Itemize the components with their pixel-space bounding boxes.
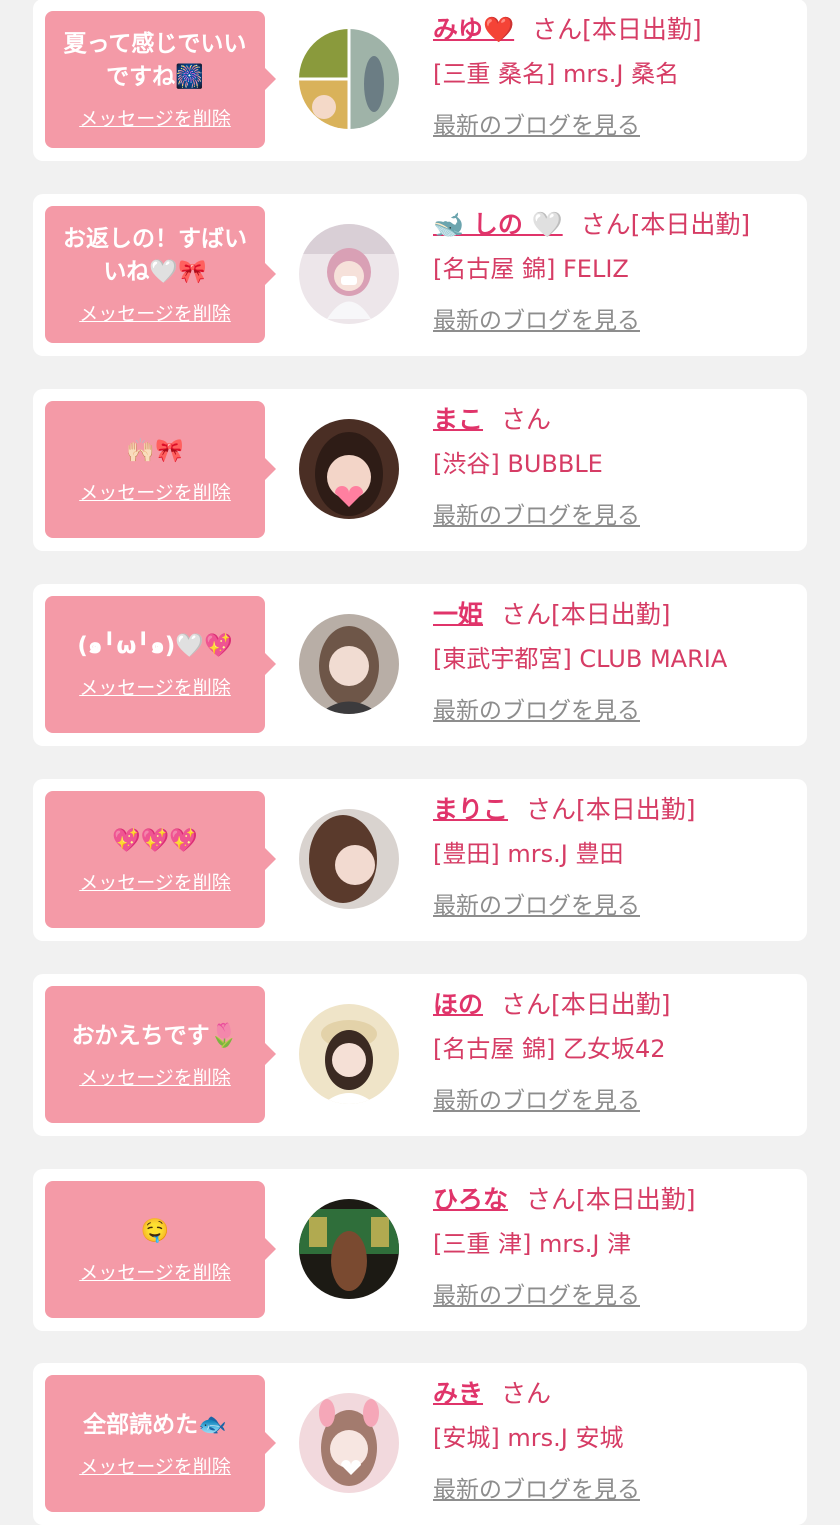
message-bubble: 夏って感じでいいですね🎆 メッセージを削除 xyxy=(45,11,276,148)
profile-name-link[interactable]: 一姫 xyxy=(433,600,483,629)
latest-blog-link[interactable]: 最新のブログを見る xyxy=(433,1475,640,1505)
message-bubble: 🤤 メッセージを削除 xyxy=(45,1181,276,1318)
message-text: 🙌🏻🎀 xyxy=(126,437,184,464)
avatar[interactable] xyxy=(299,1393,399,1493)
message-card: 🙌🏻🎀 メッセージを削除 まこ さん [渋谷] BUBBLE 最新のブログを見る xyxy=(33,389,807,551)
delete-message-link[interactable]: メッセージを削除 xyxy=(79,104,231,131)
avatar[interactable] xyxy=(299,614,399,714)
message-bubble: おかえちです🌷 メッセージを削除 xyxy=(45,986,276,1123)
avatar[interactable] xyxy=(299,809,399,909)
message-text: おかえちです🌷 xyxy=(71,1022,239,1049)
work-status: さん[本日出勤] xyxy=(526,1185,696,1214)
shop-name: [東武宇都宮] CLUB MARIA xyxy=(433,645,728,673)
message-text: お返しの！すばいいね🤍🎀 xyxy=(63,226,247,285)
message-card: おかえちです🌷 メッセージを削除 ほの さん[本日出勤] [名古屋 錦] 乙女坂4… xyxy=(33,974,807,1136)
message-card: 🤤 メッセージを削除 ひろな さん[本日出勤] [三重 津] mrs.J 津 最新… xyxy=(33,1169,807,1331)
profile-info: まりこ さん[本日出勤] [豊田] mrs.J 豊田 最新のブログを見る xyxy=(433,793,797,921)
work-status: さん[本日出勤] xyxy=(526,795,696,824)
message-card: 夏って感じでいいですね🎆 メッセージを削除 みゆ❤️ さん[本日出勤] [三重 桑… xyxy=(33,0,807,161)
latest-blog-link[interactable]: 最新のブログを見る xyxy=(433,501,640,531)
delete-message-link[interactable]: メッセージを削除 xyxy=(79,299,231,326)
message-text: 💖💖💖 xyxy=(112,827,198,854)
message-bubble: 💖💖💖 メッセージを削除 xyxy=(45,791,276,928)
message-list: 夏って感じでいいですね🎆 メッセージを削除 みゆ❤️ さん[本日出勤] [三重 桑… xyxy=(0,0,840,1525)
avatar[interactable] xyxy=(299,29,399,129)
profile-info: ほの さん[本日出勤] [名古屋 錦] 乙女坂42 最新のブログを見る xyxy=(433,988,797,1116)
message-bubble: 🙌🏻🎀 メッセージを削除 xyxy=(45,401,276,538)
work-status: さん xyxy=(501,405,552,434)
profile-name-link[interactable]: まこ xyxy=(433,405,483,434)
profile-name-link[interactable]: ほの xyxy=(433,990,483,1019)
work-status: さん xyxy=(501,1379,552,1408)
latest-blog-link[interactable]: 最新のブログを見る xyxy=(433,891,640,921)
shop-name: [三重 桑名] mrs.J 桑名 xyxy=(433,60,680,88)
shop-name: [名古屋 錦] FELIZ xyxy=(433,255,629,283)
delete-message-link[interactable]: メッセージを削除 xyxy=(79,478,231,505)
message-bubble: (๑╹ω╹๑)🤍💖 メッセージを削除 xyxy=(45,596,276,733)
message-bubble: 全部読めた🐟 メッセージを削除 xyxy=(45,1375,276,1512)
profile-info: 一姫 さん[本日出勤] [東武宇都宮] CLUB MARIA 最新のブログを見る xyxy=(433,598,797,726)
message-text: 🤤 xyxy=(140,1217,170,1244)
work-status: さん[本日出勤] xyxy=(532,15,702,44)
latest-blog-link[interactable]: 最新のブログを見る xyxy=(433,111,640,141)
work-status: さん[本日出勤] xyxy=(501,600,671,629)
avatar[interactable] xyxy=(299,1199,399,1299)
shop-name: [三重 津] mrs.J 津 xyxy=(433,1230,632,1258)
work-status: さん[本日出勤] xyxy=(580,210,751,239)
avatar[interactable] xyxy=(299,419,399,519)
shop-name: [安城] mrs.J 安城 xyxy=(433,1424,624,1452)
work-status: さん[本日出勤] xyxy=(501,990,671,1019)
shop-name: [名古屋 錦] 乙女坂42 xyxy=(433,1035,666,1063)
message-text: 全部読めた🐟 xyxy=(83,1411,227,1438)
message-card: 全部読めた🐟 メッセージを削除 みき さん [安城] mrs.J 安城 最新のブロ… xyxy=(33,1363,807,1525)
message-bubble: お返しの！すばいいね🤍🎀 メッセージを削除 xyxy=(45,206,276,343)
profile-name-link[interactable]: まりこ xyxy=(433,795,508,824)
delete-message-link[interactable]: メッセージを削除 xyxy=(79,1063,231,1090)
profile-info: みゆ❤️ さん[本日出勤] [三重 桑名] mrs.J 桑名 最新のブログを見る xyxy=(433,13,797,141)
profile-info: みき さん [安城] mrs.J 安城 最新のブログを見る xyxy=(433,1377,797,1505)
avatar[interactable] xyxy=(299,224,399,324)
profile-name-link[interactable]: 🐋 しの 🤍 xyxy=(433,210,563,239)
message-card: (๑╹ω╹๑)🤍💖 メッセージを削除 一姫 さん[本日出勤] [東武宇都宮] CL… xyxy=(33,584,807,746)
shop-name: [豊田] mrs.J 豊田 xyxy=(433,840,624,868)
latest-blog-link[interactable]: 最新のブログを見る xyxy=(433,306,640,336)
message-card: お返しの！すばいいね🤍🎀 メッセージを削除 🐋 しの 🤍 さん[本日出勤] [名古… xyxy=(33,194,807,356)
profile-name-link[interactable]: ひろな xyxy=(433,1185,508,1214)
delete-message-link[interactable]: メッセージを削除 xyxy=(79,868,231,895)
profile-name-link[interactable]: みゆ❤️ xyxy=(433,15,514,44)
profile-name-link[interactable]: みき xyxy=(433,1379,483,1408)
avatar[interactable] xyxy=(299,1004,399,1104)
message-text: 夏って感じでいいですね🎆 xyxy=(63,31,247,90)
message-text: (๑╹ω╹๑)🤍💖 xyxy=(77,632,233,659)
latest-blog-link[interactable]: 最新のブログを見る xyxy=(433,1281,640,1311)
shop-name: [渋谷] BUBBLE xyxy=(433,450,603,478)
delete-message-link[interactable]: メッセージを削除 xyxy=(79,1258,231,1285)
delete-message-link[interactable]: メッセージを削除 xyxy=(79,1452,231,1479)
profile-info: まこ さん [渋谷] BUBBLE 最新のブログを見る xyxy=(433,403,797,531)
latest-blog-link[interactable]: 最新のブログを見る xyxy=(433,696,640,726)
profile-info: 🐋 しの 🤍 さん[本日出勤] [名古屋 錦] FELIZ 最新のブログを見る xyxy=(433,208,797,336)
profile-info: ひろな さん[本日出勤] [三重 津] mrs.J 津 最新のブログを見る xyxy=(433,1183,797,1311)
delete-message-link[interactable]: メッセージを削除 xyxy=(79,673,231,700)
latest-blog-link[interactable]: 最新のブログを見る xyxy=(433,1086,640,1116)
message-card: 💖💖💖 メッセージを削除 まりこ さん[本日出勤] [豊田] mrs.J 豊田 最… xyxy=(33,779,807,941)
